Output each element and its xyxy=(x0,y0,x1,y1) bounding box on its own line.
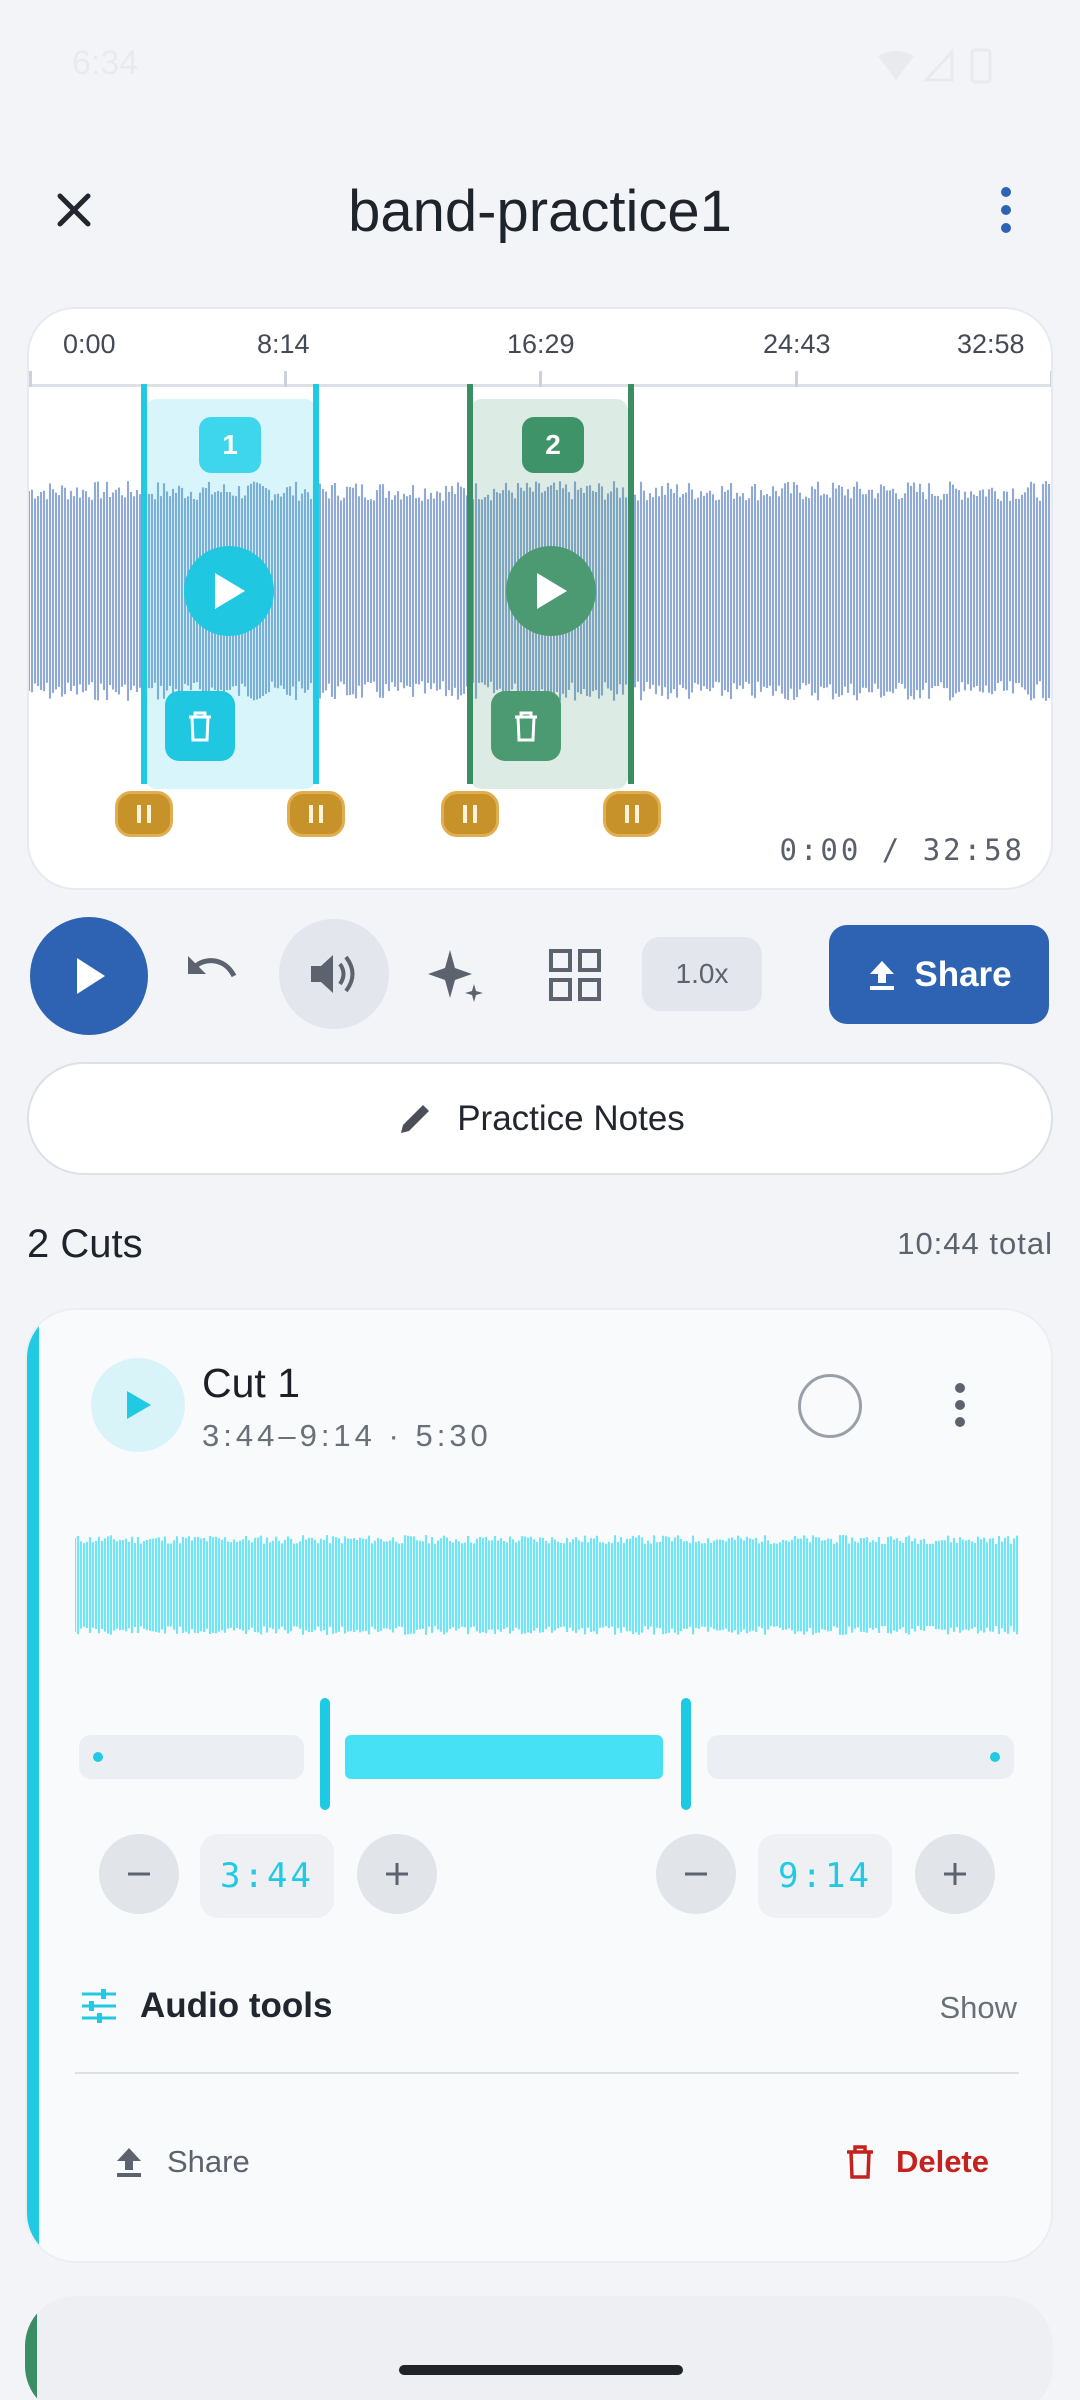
volume-icon xyxy=(311,955,355,993)
trim-track-left[interactable] xyxy=(79,1735,304,1779)
playback-speed-button[interactable]: 1.0x xyxy=(642,937,762,1011)
volume-button[interactable] xyxy=(279,919,389,1029)
audio-tools-toggle[interactable]: Show xyxy=(939,1990,1017,2026)
cut-play-button[interactable] xyxy=(91,1358,185,1452)
cut-2-start-line[interactable] xyxy=(467,384,473,784)
cut-2-play-button[interactable] xyxy=(506,546,596,636)
play-icon xyxy=(127,1391,151,1419)
undo-icon xyxy=(188,956,237,978)
cut-color-accent xyxy=(25,2296,37,2400)
start-increment-button[interactable] xyxy=(357,1834,437,1914)
wifi-icon xyxy=(878,51,914,80)
more-vert-icon xyxy=(1001,187,1011,233)
audio-tools-label[interactable]: Audio tools xyxy=(140,1986,332,2026)
divider xyxy=(75,2072,1019,2074)
next-cut-card xyxy=(25,2296,1053,2400)
cut-more-button[interactable] xyxy=(945,1380,975,1430)
cut-1-start-line[interactable] xyxy=(141,384,147,784)
cut-select-radio[interactable] xyxy=(798,1374,862,1438)
upload-icon xyxy=(117,2148,141,2177)
cut-2-start-handle[interactable] xyxy=(441,791,499,837)
trim-end-handle[interactable] xyxy=(681,1698,691,1810)
practice-notes-button[interactable]: Practice Notes xyxy=(27,1062,1053,1175)
end-decrement-button[interactable] xyxy=(656,1834,736,1914)
more-vert-icon xyxy=(955,1383,965,1427)
share-button-label: Share xyxy=(914,954,1012,994)
plus-icon xyxy=(386,1863,408,1885)
pencil-icon xyxy=(401,1104,430,1133)
cut-1-play-button[interactable] xyxy=(184,546,274,636)
cut-1-delete-button[interactable] xyxy=(165,691,235,761)
cut-2-end-line[interactable] xyxy=(628,384,634,784)
cuts-count-heading: 2 Cuts xyxy=(27,1222,143,1266)
trim-start-handle[interactable] xyxy=(320,1698,330,1810)
home-indicator[interactable] xyxy=(399,2365,683,2375)
status-icons xyxy=(876,46,1006,86)
auto-detect-button[interactable] xyxy=(424,944,488,1008)
cut-2-badge: 2 xyxy=(522,417,584,473)
upload-icon xyxy=(870,960,895,990)
cut-card: Cut 1 3:44–9:14 · 5:30 3:44 9:14 Audio t… xyxy=(25,1308,1053,2263)
share-button[interactable]: Share xyxy=(829,925,1049,1024)
tune-icon xyxy=(79,1986,119,2026)
signal-icon xyxy=(922,48,954,82)
sparkle-icon xyxy=(428,950,483,1002)
cut-delete-label: Delete xyxy=(895,2144,989,2179)
end-time-field[interactable]: 9:14 xyxy=(758,1834,892,1918)
cut-range: 3:44–9:14 · 5:30 xyxy=(202,1418,492,1453)
cut-name: Cut 1 xyxy=(202,1360,300,1406)
more-options-button[interactable] xyxy=(986,180,1026,240)
trim-selection xyxy=(345,1735,663,1779)
play-icon xyxy=(537,573,567,609)
cut-2-end-handle[interactable] xyxy=(603,791,661,837)
trim-track-dot xyxy=(990,1752,1000,1762)
status-time: 6:34 xyxy=(72,44,139,82)
grid-view-button[interactable] xyxy=(546,946,604,1004)
cut-color-accent xyxy=(27,1310,39,2261)
cut-1-end-handle[interactable] xyxy=(287,791,345,837)
practice-notes-label: Practice Notes xyxy=(457,1098,685,1138)
grid-icon xyxy=(549,949,601,1001)
trim-track-right[interactable] xyxy=(707,1735,1014,1779)
waveform-editor[interactable]: 0:00 8:14 16:29 24:43 32:58 1 2 0:00 / 3… xyxy=(27,307,1053,890)
trash-icon xyxy=(515,711,537,742)
plus-icon xyxy=(944,1863,966,1885)
cut-share-button[interactable]: Share xyxy=(113,2144,250,2180)
cut-1-end-line[interactable] xyxy=(313,384,319,784)
play-icon xyxy=(215,573,245,609)
start-decrement-button[interactable] xyxy=(99,1834,179,1914)
cut-waveform xyxy=(75,1535,1019,1635)
trash-icon xyxy=(189,711,211,742)
trash-icon xyxy=(846,2145,873,2179)
cut-1-start-handle[interactable] xyxy=(115,791,173,837)
cut-delete-button[interactable]: Delete xyxy=(844,2144,989,2180)
play-icon xyxy=(77,958,105,994)
battery-icon xyxy=(970,48,992,84)
end-increment-button[interactable] xyxy=(915,1834,995,1914)
page-title: band-practice1 xyxy=(348,179,732,244)
minus-icon xyxy=(685,1872,707,1876)
minus-icon xyxy=(128,1872,150,1876)
playback-timecode: 0:00 / 32:58 xyxy=(779,833,1025,867)
undo-button[interactable] xyxy=(180,946,244,1002)
cuts-total-duration: 10:44 total xyxy=(897,1226,1053,1261)
trim-track-dot xyxy=(93,1752,103,1762)
cut-1-badge: 1 xyxy=(199,417,261,473)
play-button[interactable] xyxy=(30,917,148,1035)
cut-share-label: Share xyxy=(167,2144,250,2179)
start-time-field[interactable]: 3:44 xyxy=(200,1834,334,1918)
cut-2-delete-button[interactable] xyxy=(491,691,561,761)
